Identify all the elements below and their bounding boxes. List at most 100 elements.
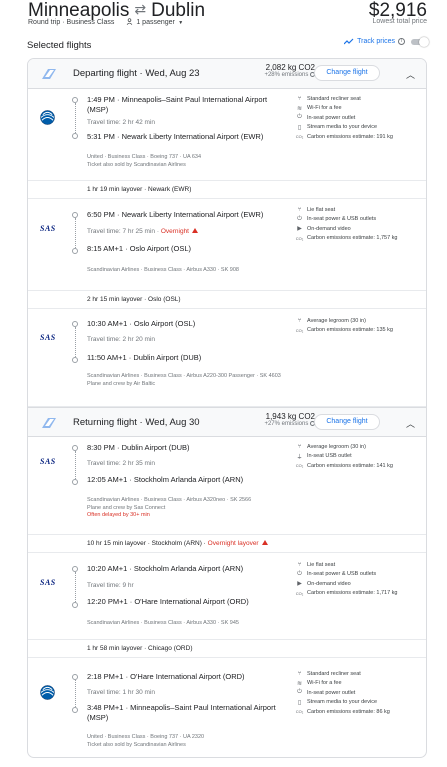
usb-icon: ⏚ <box>296 454 303 461</box>
amenity-co2: CO₂ Carbon emissions estimate: 141 kg <box>296 461 426 471</box>
amenity-legroom: ⑂ Average legroom (30 in) <box>296 316 426 326</box>
track-prices[interactable]: Track prices i <box>344 36 429 47</box>
info-icon[interactable]: i <box>398 38 405 45</box>
arrival-separator: · <box>127 475 134 484</box>
arrival-dot <box>72 479 78 485</box>
arrival-airport: Stockholm Arlanda Airport (ARN) <box>133 475 244 484</box>
overnight-layover-warning: Overnight layover <box>207 540 259 547</box>
sas-logo-icon: SAS <box>40 457 56 466</box>
returning-segment-2: SAS 10:20 AM+1 · Stockholm Arlanda Airpo… <box>28 554 426 640</box>
amenity-power-label: In-seat power outlet <box>307 689 356 696</box>
trend-icon <box>344 38 354 45</box>
flight-details: Scandinavian Airlines · Business Class ·… <box>87 267 317 275</box>
departing-emissions-pct-row: +28% emissions <box>245 72 315 78</box>
chevron-up-icon[interactable]: ︿ <box>406 68 415 81</box>
flight-details: Scandinavian Airlines · Business Class ·… <box>87 373 287 388</box>
travel-time: Travel time: 2 hr 20 min <box>87 336 156 343</box>
video-icon: ▶ <box>297 581 302 588</box>
arrival-separator: · <box>114 132 122 141</box>
amenities: ⑂ Lie flat seat ⏻ In-seat power & USB outl… <box>296 560 426 598</box>
lie-flat-seat-icon: ⑂ <box>297 206 302 213</box>
amenity-power-label: In-seat power & USB outlets <box>307 216 377 223</box>
warning-icon <box>261 540 268 545</box>
amenity-co2: CO₂ Carbon emissions estimate: 1,717 kg <box>296 589 426 599</box>
departing-emissions-pct: +28% emissions <box>264 72 309 78</box>
amenities: ⑂ Average legroom (30 in) ⏚ In-seat USB ou… <box>296 442 426 471</box>
layover-text: 1 hr 19 min layover · Newark (EWR) <box>87 186 192 193</box>
amenity-power-label: In-seat power outlet <box>307 114 356 121</box>
united-logo-icon <box>40 685 55 700</box>
arrival-airport: O'Hare International Airport (ORD) <box>134 597 249 606</box>
flight-details-line: Scandinavian Airlines · Business Class ·… <box>87 497 252 503</box>
header: Minneapolis ⇄ Dublin Round trip · Business… <box>0 0 447 36</box>
amenity-power: ⏻ In-seat power outlet <box>296 688 426 698</box>
amenity-power: ⏻ In-seat power outlet <box>296 113 426 123</box>
departure-time: 10:30 AM+1 <box>87 319 128 328</box>
layover-row: 2 hr 15 min layover · Oslo (OSL) <box>28 291 426 309</box>
selected-flights-card: Departing flight · Wed, Aug 23 2,082 kg … <box>27 58 427 758</box>
amenity-stream: ▯ Stream media to your device <box>296 698 426 708</box>
departure-time: 8:30 PM <box>87 443 115 452</box>
arrival-stop: 3:48 PM+1 · Minneapolis–Saint Paul Inter… <box>87 703 287 722</box>
arrival-dot <box>72 707 78 713</box>
flight-details-line: Scandinavian Airlines · Business Class ·… <box>87 620 239 626</box>
amenity-video: ▶ On-demand video <box>296 579 426 589</box>
co2-icon: CO₂ <box>295 709 304 715</box>
layover-row: 10 hr 15 min layover · Stockholm (ARN) ·… <box>28 535 426 553</box>
amenity-wifi-label: Wi-Fi for a fee <box>307 105 342 112</box>
wifi-icon: ≋ <box>296 105 303 112</box>
returning-header: Returning flight · Wed, Aug 30 1,943 kg … <box>28 407 426 437</box>
departing-header: Departing flight · Wed, Aug 23 2,082 kg … <box>28 59 426 89</box>
amenity-co2-label: Carbon emissions estimate: 1,757 kg <box>307 235 398 242</box>
returning-emissions-kg: 1,943 kg CO2 <box>265 412 315 421</box>
usb-outlet-icon: ⏻ <box>297 215 302 222</box>
trip-type[interactable]: Round trip <box>28 19 60 26</box>
returning-segment-3: 2:18 PM+1 · O'Hare International Airport… <box>28 659 426 757</box>
returning-emissions: 1,943 kg CO2 +27% emissions <box>245 412 315 427</box>
amenity-seat-label: Standard recliner seat <box>307 95 361 102</box>
legroom-icon: ⑂ <box>297 443 302 450</box>
overnight-warning: Overnight <box>160 228 189 235</box>
change-departing-flight-button[interactable]: Change flight <box>314 65 380 81</box>
route-line <box>75 572 76 602</box>
layover-text: 10 hr 15 min layover · Stockholm (ARN) · <box>87 540 208 547</box>
route-line <box>75 218 76 248</box>
flight-details: United · Business Class · Boeing 737 · U… <box>87 154 317 169</box>
layover-text: 1 hr 58 min layover · Chicago (ORD) <box>87 645 193 652</box>
amenity-co2: CO₂ Carbon emissions estimate: 191 kg <box>296 132 426 142</box>
amenity-seat-label: Lie flat seat <box>307 561 336 568</box>
passenger-count[interactable]: 1 passenger <box>136 19 175 26</box>
wifi-icon: ≋ <box>296 680 303 687</box>
amenity-seat-label: Lie flat seat <box>307 206 336 213</box>
travel-time: Travel time: 9 hr <box>87 582 134 589</box>
arrival-dot <box>72 357 78 363</box>
co2-icon: CO₂ <box>295 327 304 333</box>
amenity-stream: ▯ Stream media to your device <box>296 123 426 133</box>
chevron-up-icon[interactable]: ︿ <box>406 417 415 430</box>
amenities: ⑂ Lie flat seat ⏻ In-seat power & USB outl… <box>296 205 426 243</box>
departure-airport: Newark Liberty International Airport (EW… <box>121 210 264 219</box>
cabin-class[interactable]: Business Class <box>67 19 115 26</box>
arrival-stop: 12:20 PM+1 · O'Hare International Airpor… <box>87 597 287 607</box>
change-returning-flight-button[interactable]: Change flight <box>314 414 380 430</box>
track-prices-toggle[interactable] <box>411 36 429 47</box>
amenity-video-label: On-demand video <box>307 580 351 587</box>
departing-title: Departing flight · Wed, Aug 23 <box>73 68 200 79</box>
departure-separator: · <box>114 210 122 219</box>
person-icon <box>127 18 133 25</box>
layover-text: 2 hr 15 min layover · Oslo (OSL) <box>87 296 181 303</box>
track-prices-label[interactable]: Track prices <box>357 38 395 45</box>
returning-date: Wed, Aug 30 <box>145 417 200 428</box>
amenity-co2-label: Carbon emissions estimate: 135 kg <box>307 327 393 334</box>
price-note: Lowest total price <box>372 18 427 25</box>
arrival-airport: Dublin Airport (DUB) <box>133 353 202 362</box>
departure-separator: · <box>114 95 122 104</box>
flight-details-line: Scandinavian Airlines · Business Class ·… <box>87 267 239 273</box>
amenity-co2-label: Carbon emissions estimate: 86 kg <box>307 708 390 715</box>
flight-details-line-2: Ticket also sold by Scandinavian Airline… <box>87 161 186 168</box>
round-trip-arrows-icon: ⇄ <box>134 1 147 17</box>
amenity-power: ⏻ In-seat power & USB outlets <box>296 570 426 580</box>
arrival-dot <box>72 133 78 139</box>
travel-time-row: Travel time: 7 hr 25 min · Overnight <box>87 228 198 235</box>
chevron-down-icon[interactable]: ▼ <box>177 20 183 26</box>
